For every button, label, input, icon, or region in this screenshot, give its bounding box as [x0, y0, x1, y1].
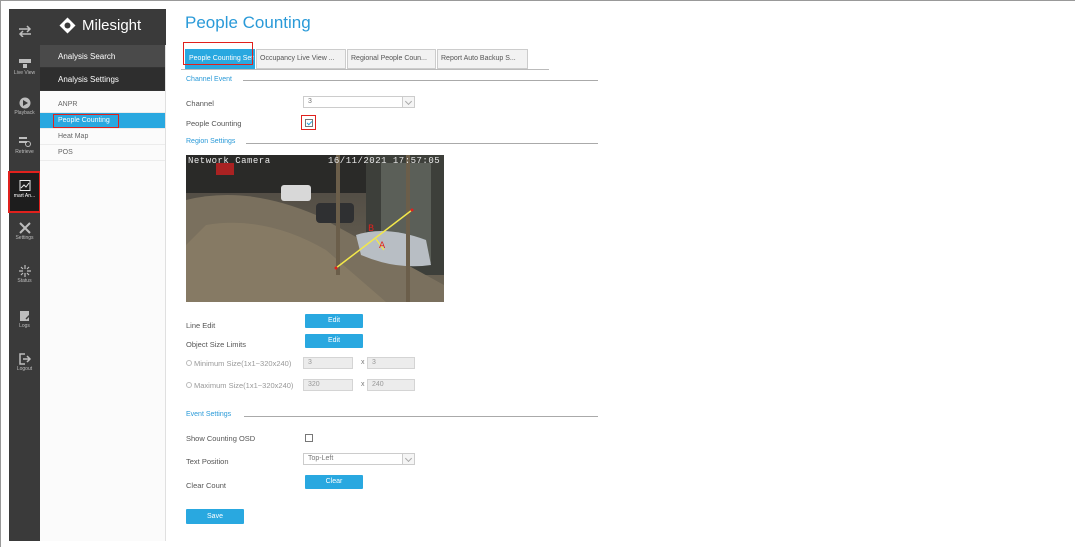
swap-arrows-icon: [9, 25, 40, 37]
menu-item-label: POS: [58, 149, 73, 156]
menu-item-label: Heat Map: [58, 133, 89, 140]
app-window: Live View Playback Retrieve mart An... S…: [0, 0, 1075, 547]
min-width-input[interactable]: 3: [303, 357, 353, 369]
line-edit-label: Line Edit: [186, 321, 216, 330]
live-view-icon: [9, 57, 40, 69]
save-button[interactable]: Save: [186, 509, 244, 524]
text-position-value: Top-Left: [308, 455, 334, 462]
people-counting-label: People Counting: [186, 119, 242, 128]
menu-item-people-counting[interactable]: People Counting: [40, 113, 165, 129]
max-size-radio[interactable]: [186, 382, 192, 388]
menu-item-label: ANPR: [58, 101, 78, 108]
object-size-edit-button[interactable]: Edit: [305, 334, 363, 348]
rail-label: Retrieve: [15, 149, 34, 155]
retrieve-icon: [9, 136, 40, 148]
playback-icon: [9, 97, 40, 109]
min-size-label: Minimum Size(1x1~320x240): [194, 359, 292, 368]
line-edit-button[interactable]: Edit: [305, 314, 363, 328]
chevron-down-icon: [402, 97, 414, 107]
logo-bar: Milesight: [40, 9, 166, 45]
rail-label: Playback: [14, 110, 35, 116]
section-channel-event: Channel Event: [186, 76, 232, 83]
rail-item-logout[interactable]: Logout: [9, 353, 40, 372]
rail-label: Live View: [13, 70, 36, 76]
section-divider: [246, 143, 598, 144]
tab-regional-people-counting[interactable]: Regional People Coun...: [347, 49, 436, 69]
section-event-settings: Event Settings: [186, 411, 232, 418]
channel-select[interactable]: 3: [303, 96, 415, 108]
menu-item-heat-map[interactable]: Heat Map: [40, 129, 165, 145]
rail-label: mart An...: [13, 193, 36, 199]
rail-label: Settings: [15, 235, 34, 241]
min-height-input[interactable]: 3: [367, 357, 415, 369]
section-divider: [244, 416, 598, 417]
max-width-input[interactable]: 320: [303, 379, 353, 391]
main-content: People Counting People Counting Setti Oc…: [166, 9, 1075, 541]
object-size-limits-label: Object Size Limits: [186, 340, 247, 349]
menu-group-analysis-search[interactable]: Analysis Search: [40, 45, 165, 68]
page-title: People Counting: [185, 13, 311, 32]
camera-osd-name: Network Camera: [188, 156, 271, 166]
submenu-panel: Analysis Search Analysis Settings ANPR P…: [40, 45, 166, 541]
rail-item-smart-analysis[interactable]: mart An...: [8, 171, 41, 213]
rail-label: Logs: [19, 323, 30, 329]
settings-tools-icon: [9, 222, 40, 234]
line-label-a: A: [379, 241, 386, 251]
rail-item-logs[interactable]: Logs: [9, 310, 40, 329]
rail-menu-toggle[interactable]: [9, 25, 40, 37]
rail-item-live-view[interactable]: Live View: [9, 57, 40, 76]
text-position-label: Text Position: [186, 457, 229, 466]
logs-icon: [9, 310, 40, 322]
camera-osd-time: 16/11/2021 17:57:05: [328, 156, 441, 166]
rail-item-settings[interactable]: Settings: [9, 222, 40, 241]
logo-text: Milesight: [82, 17, 142, 34]
show-counting-osd-checkbox[interactable]: [305, 434, 313, 442]
logout-icon: [9, 353, 40, 365]
rail-item-playback[interactable]: Playback: [9, 97, 40, 116]
max-size-label: Maximum Size(1x1~320x240): [194, 381, 294, 390]
camera-scene-image: B A: [186, 155, 444, 302]
highlight-box: [301, 115, 316, 130]
menu-group-analysis-settings[interactable]: Analysis Settings: [40, 68, 165, 91]
channel-label: Channel: [186, 99, 214, 108]
smart-analysis-icon: [9, 180, 40, 192]
text-position-select[interactable]: Top-Left: [303, 453, 415, 465]
rail-label: Status: [17, 278, 32, 284]
show-counting-osd-label: Show Counting OSD: [186, 434, 256, 443]
times-sign: x: [361, 381, 365, 388]
milesight-logo-icon: [59, 17, 76, 34]
status-icon: [9, 265, 40, 277]
section-region-settings: Region Settings: [186, 138, 236, 145]
menu-item-pos[interactable]: POS: [40, 145, 165, 161]
tab-report-auto-backup[interactable]: Report Auto Backup S...: [437, 49, 528, 69]
times-sign: x: [361, 359, 365, 366]
rail-label: Logout: [16, 366, 33, 372]
menu-item-anpr[interactable]: ANPR: [40, 97, 165, 113]
line-label-b: B: [368, 224, 374, 234]
max-height-input[interactable]: 240: [367, 379, 415, 391]
section-divider: [243, 80, 598, 81]
tab-occupancy-live-view[interactable]: Occupancy Live View ...: [256, 49, 346, 69]
icon-rail: Live View Playback Retrieve mart An... S…: [8, 9, 41, 541]
rail-item-retrieve[interactable]: Retrieve: [9, 136, 40, 155]
highlight-box: [183, 42, 253, 65]
camera-preview[interactable]: B A Network Camera 16/11/2021 17:57:05: [186, 155, 444, 302]
rail-item-status[interactable]: Status: [9, 265, 40, 284]
chevron-down-icon: [402, 454, 414, 464]
highlight-box: [53, 114, 119, 128]
clear-count-button[interactable]: Clear: [305, 475, 363, 489]
clear-count-label: Clear Count: [186, 481, 227, 490]
channel-value: 3: [308, 98, 312, 105]
min-size-radio[interactable]: [186, 360, 192, 366]
